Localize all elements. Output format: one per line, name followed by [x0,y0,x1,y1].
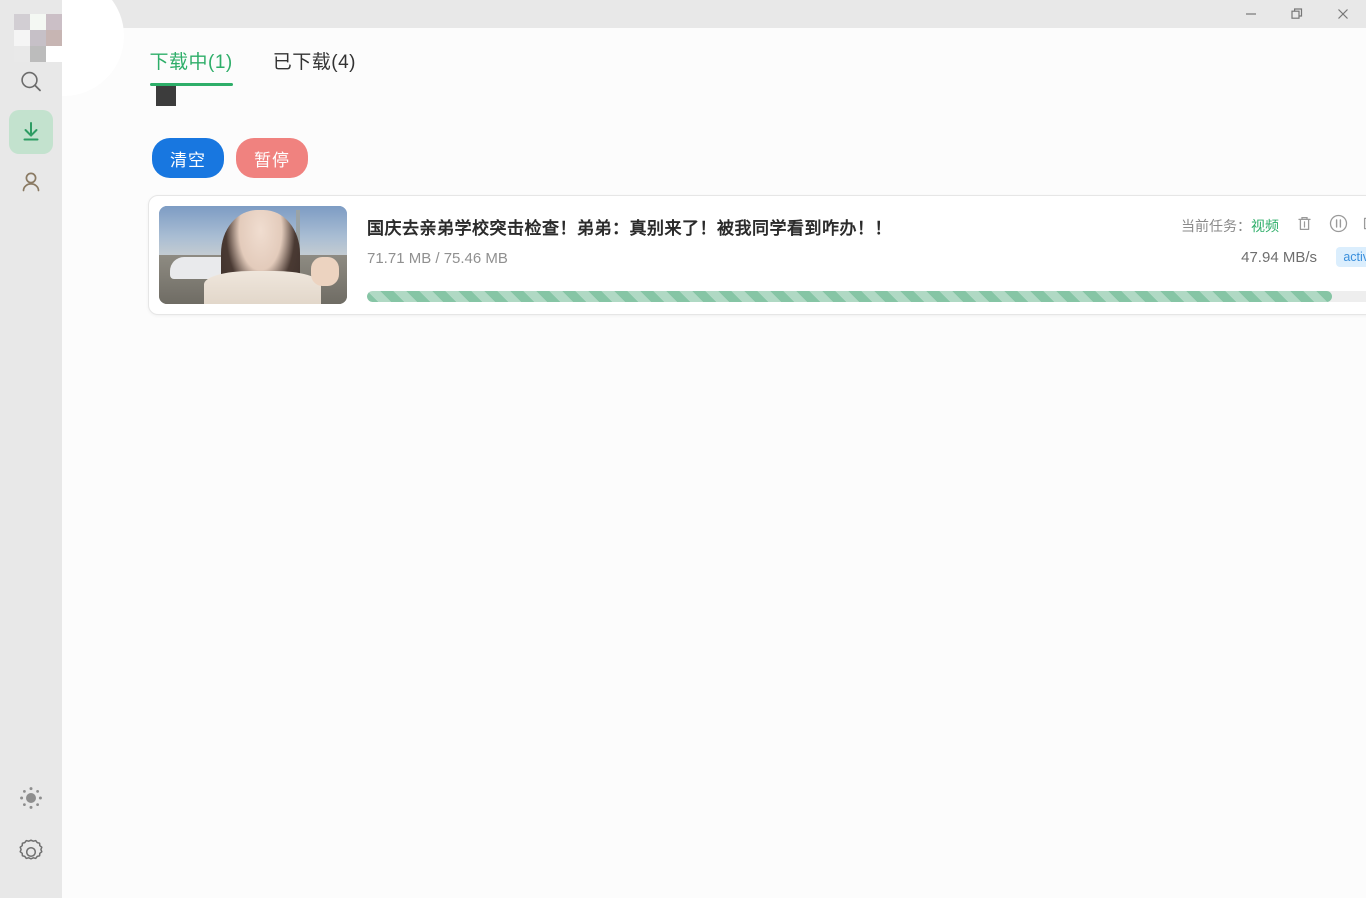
restore-icon [1291,8,1303,19]
thumbnail-hand [311,256,340,287]
open-folder-button[interactable] [1361,212,1366,234]
mosaic-cell [14,14,30,30]
clear-button[interactable]: 清空 [152,138,224,178]
restore-button[interactable] [1274,0,1320,28]
mosaic-cell [46,30,62,46]
mosaic-cell [30,14,46,30]
download-speed: 47.94 MB/s [1241,249,1317,266]
delete-icon [1297,216,1311,230]
download-icon [23,122,39,141]
mosaic-cell [30,46,46,62]
settings-gear-icon [19,839,43,860]
action-toolbar: 清空 暂停 [152,138,308,178]
download-item-actions [1293,212,1366,234]
tab-downloaded[interactable]: 已下载(4) [273,47,356,86]
main-content: 载 下载中(1) 已下载(4) 清空 暂停 国庆去亲弟学校突击检查！弟弟：真别来… [4,0,1366,898]
occlusion-square [156,86,176,106]
pause-button[interactable] [1327,212,1349,234]
current-task-value: 视频 [1251,218,1279,234]
download-item-card[interactable]: 国庆去亲弟学校突击检查！弟弟：真别来了！被我同学看到咋办！！ 71.71 MB … [148,195,1366,315]
app-window: 载 下载中(1) 已下载(4) 清空 暂停 国庆去亲弟学校突击检查！弟弟：真别来… [0,0,1366,898]
sidebar-item-search[interactable] [9,60,53,104]
tab-downloading[interactable]: 下载中(1) [149,47,233,86]
close-icon [1338,9,1348,19]
mosaic-cell [14,46,30,62]
pause-all-button[interactable]: 暂停 [236,138,308,178]
search-icon [21,71,41,92]
sidebar-top-group [9,60,53,210]
sidebar-item-account[interactable] [9,160,53,204]
current-task-label: 当前任务：视频 [1181,216,1279,236]
mosaic-cell [46,46,62,62]
current-task-text: 当前任务： [1181,218,1251,234]
mosaic-cell [14,30,30,46]
download-item-body: 国庆去亲弟学校突击检查！弟弟：真别来了！被我同学看到咋办！！ 71.71 MB … [347,206,1366,304]
progress-bar-track[interactable] [367,291,1366,302]
sidebar-item-theme[interactable] [9,776,53,820]
minimize-icon [1246,13,1256,15]
download-title: 国庆去亲弟学校突击检查！弟弟：真别来了！被我同学看到咋办！！ [367,219,892,238]
user-icon [22,172,40,192]
mosaic-cell [30,30,46,46]
mosaic-redaction [14,14,62,62]
tab-bar: 载 下载中(1) 已下载(4) [62,38,1366,94]
title-bar [0,0,1366,28]
download-size-text: 71.71 MB / 75.46 MB [367,250,508,267]
video-thumbnail[interactable] [159,206,347,304]
close-button[interactable] [1320,0,1366,28]
minimize-button[interactable] [1228,0,1274,28]
open-folder-icon [1363,217,1366,229]
delete-button[interactable] [1293,212,1315,234]
pause-icon [1329,214,1347,232]
brightness-icon [20,787,42,809]
sidebar-item-downloads[interactable] [9,110,53,154]
sidebar [0,0,62,898]
thumbnail-person-shirt [204,270,321,304]
sidebar-bottom-group [9,776,53,884]
status-badge: active [1336,247,1366,267]
sidebar-item-settings[interactable] [9,830,53,874]
mosaic-cell [46,14,62,30]
progress-bar-fill [367,291,1333,302]
